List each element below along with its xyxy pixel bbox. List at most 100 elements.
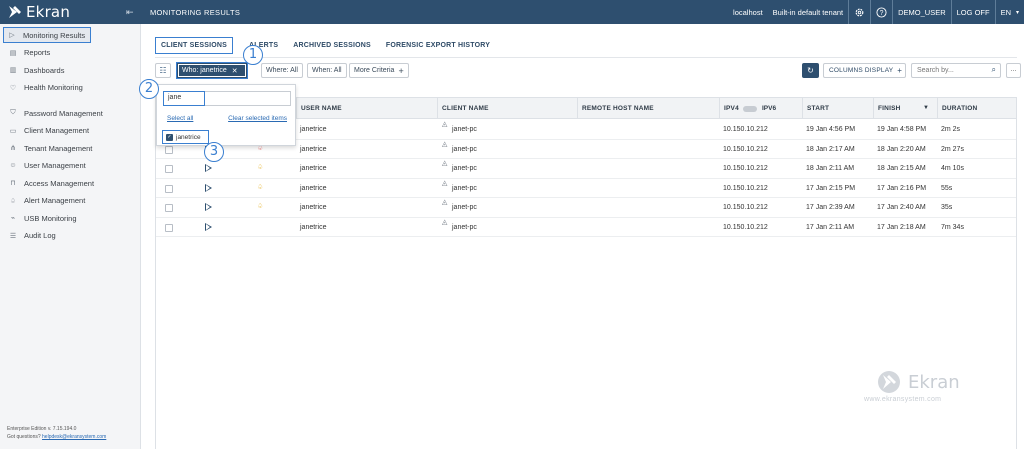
sidebar-item-reports[interactable]: ▤ Reports [0, 44, 140, 62]
where-filter-chip[interactable]: Where: All [261, 63, 303, 78]
sidebar-item-audit-log[interactable]: ☰ Audit Log [0, 227, 140, 245]
search-icon[interactable]: ⌕ [992, 65, 996, 75]
sidebar-item-tenant-management[interactable]: ⋔ Tenant Management [0, 140, 140, 158]
columns-display-button[interactable]: COLUMNS DISPLAY + [823, 63, 906, 78]
column-ipv4[interactable]: IPV4 [719, 98, 739, 119]
column-duration[interactable]: DURATION [937, 98, 977, 119]
row-checkbox[interactable] [165, 165, 173, 173]
sidebar-item-user-management[interactable]: ☺ User Management [0, 157, 140, 175]
play-icon[interactable] [205, 222, 212, 231]
sort-desc-icon[interactable]: ▼ [923, 98, 929, 119]
cell-client-name: janet-pc [452, 145, 477, 153]
column-ipv6[interactable]: IPV6 [762, 98, 776, 119]
who-search-value[interactable]: jane [163, 91, 205, 106]
clear-selected-link[interactable]: Clear selected items [228, 115, 287, 122]
tab-forensic-export-history[interactable]: FORENSIC EXPORT HISTORY [386, 42, 490, 49]
sidebar-item-usb-monitoring[interactable]: ⌁ USB Monitoring [0, 210, 140, 228]
cell-finish: 18 Jan 2:15 AM [877, 165, 926, 172]
tab-archived-sessions[interactable]: ARCHIVED SESSIONS [293, 42, 371, 49]
table-row[interactable]: ♤ ◬ janetrice janet-pc 10.150.10.212 18 Jan 2… [156, 159, 1016, 179]
sidebar-item-dashboards[interactable]: ▥ Dashboards [0, 62, 140, 80]
cell-duration: 2m 2s [941, 126, 961, 133]
column-start[interactable]: START [802, 98, 829, 119]
logo-text: Ekran [26, 3, 71, 21]
cell-start: 18 Jan 2:17 AM [806, 145, 855, 153]
search-input[interactable]: Search by... ⌕ [911, 63, 1001, 78]
row-checkbox[interactable] [165, 145, 173, 154]
logo[interactable]: Ekran ⇤ [0, 0, 140, 24]
user-menu[interactable]: DEMO_USER [892, 0, 951, 24]
column-remote-host[interactable]: REMOTE HOST NAME [577, 98, 654, 119]
sidebar-item-password-management[interactable]: ⛉ Password Management [0, 105, 140, 123]
who-filter-chip[interactable]: Who: janetrice ✕ [176, 62, 248, 79]
column-finish[interactable]: FINISH [873, 98, 901, 119]
cell-user-name: janetrice [300, 145, 327, 153]
sidebar-item-client-management[interactable]: ▭ Client Management [0, 122, 140, 140]
row-checkbox[interactable] [165, 204, 173, 212]
bell-icon[interactable]: ♤ [257, 202, 263, 210]
list-view-icon[interactable]: ☷ [155, 63, 171, 78]
dropdown-option-janetrice[interactable]: ✓ janetrice [162, 130, 209, 144]
sidebar-item-alert-management[interactable]: ♤ Alert Management [0, 192, 140, 210]
top-bar: Ekran ⇤ MONITORING RESULTS localhost Bui… [0, 0, 1024, 24]
select-all-link[interactable]: Select all [167, 115, 193, 122]
close-icon[interactable]: ✕ [232, 67, 238, 75]
column-client-name[interactable]: CLIENT NAME [437, 98, 489, 119]
user-icon: ☺ [9, 162, 17, 170]
sidebar-item-access-management[interactable]: ⊓ Access Management [0, 175, 140, 193]
table-row[interactable]: ◬ janetrice janet-pc 10.150.10.212 17 Jan 2:… [156, 218, 1016, 237]
bell-icon[interactable]: ♤ [257, 183, 263, 191]
when-filter-chip[interactable]: When: All [307, 63, 347, 78]
cell-ipv4: 10.150.10.212 [723, 223, 768, 231]
linux-icon: ◬ [442, 218, 448, 226]
ip-toggle[interactable] [743, 106, 757, 112]
column-user-name[interactable]: USER NAME [296, 98, 342, 119]
step-callout-1: 1 [243, 45, 263, 65]
more-criteria-label: More Criteria [354, 67, 395, 74]
linux-icon: ◬ [442, 140, 448, 148]
play-icon[interactable] [205, 164, 212, 172]
row-checkbox[interactable] [165, 223, 173, 232]
sidebar: ▷ Monitoring Results ▤ Reports ▥ Dashboa… [0, 24, 141, 449]
sidebar-item-health-monitoring[interactable]: ♡ Health Monitoring [0, 79, 140, 97]
sidebar-item-label: Monitoring Results [23, 30, 86, 40]
cell-finish: 17 Jan 2:18 AM [877, 223, 926, 231]
linux-icon: ◬ [442, 199, 448, 206]
usb-icon: ⌁ [10, 215, 16, 223]
table-row[interactable]: ♤ ◬ janetrice janet-pc 10.150.10.212 17 Jan 2… [156, 179, 1016, 198]
step-callout-3: 3 [204, 142, 224, 162]
sidebar-item-label: USB Monitoring [24, 213, 77, 223]
sidebar-item-label: Access Management [24, 178, 95, 188]
row-checkbox[interactable] [165, 184, 173, 193]
sidebar-item-monitoring-results[interactable]: ▷ Monitoring Results [3, 27, 91, 43]
gear-icon[interactable] [848, 0, 870, 24]
helpdesk-link[interactable]: helpdesk@ekransystem.com [42, 434, 106, 440]
tab-divider [155, 57, 1017, 58]
cell-user-name: janetrice [300, 184, 327, 192]
cell-start: 17 Jan 2:39 AM [806, 204, 855, 211]
tab-bar: CLIENT SESSIONS ALERTS ARCHIVED SESSIONS… [155, 37, 505, 54]
refresh-icon[interactable]: ↻ [802, 63, 819, 78]
step-callout-2: 2 [139, 79, 159, 99]
cell-ipv4: 10.150.10.212 [723, 165, 768, 172]
cell-ipv4: 10.150.10.212 [723, 184, 768, 192]
table-row[interactable]: ♤ ◬ janetrice janet-pc 10.150.10.212 17 Jan 2… [156, 198, 1016, 218]
collapse-sidebar-icon[interactable]: ⇤ [126, 7, 134, 18]
more-criteria-button[interactable]: More Criteria + [349, 63, 409, 78]
logoff-button[interactable]: LOG OFF [950, 0, 995, 24]
tab-client-sessions[interactable]: CLIENT SESSIONS [155, 37, 234, 54]
play-icon[interactable] [205, 183, 212, 192]
language-selector[interactable]: EN [994, 0, 1016, 24]
chevron-down-icon[interactable]: ▾ [1016, 0, 1024, 24]
question-icon[interactable]: ? [870, 0, 892, 24]
play-icon: ▷ [9, 32, 15, 39]
bell-icon[interactable]: ♤ [257, 163, 263, 171]
cell-client-name: janet-pc [452, 223, 477, 231]
checkbox-checked-icon[interactable]: ✓ [166, 133, 173, 141]
svg-text:?: ? [880, 9, 884, 16]
sidebar-footer: Enterprise Edition v. 7.15.194.0 Got que… [7, 425, 106, 441]
watermark: Ekran www.ekransystem.com [864, 370, 960, 403]
play-icon[interactable] [205, 203, 212, 211]
tenant-selector[interactable]: Built-in default tenant [768, 0, 848, 24]
more-options-button[interactable]: ... [1006, 63, 1021, 78]
